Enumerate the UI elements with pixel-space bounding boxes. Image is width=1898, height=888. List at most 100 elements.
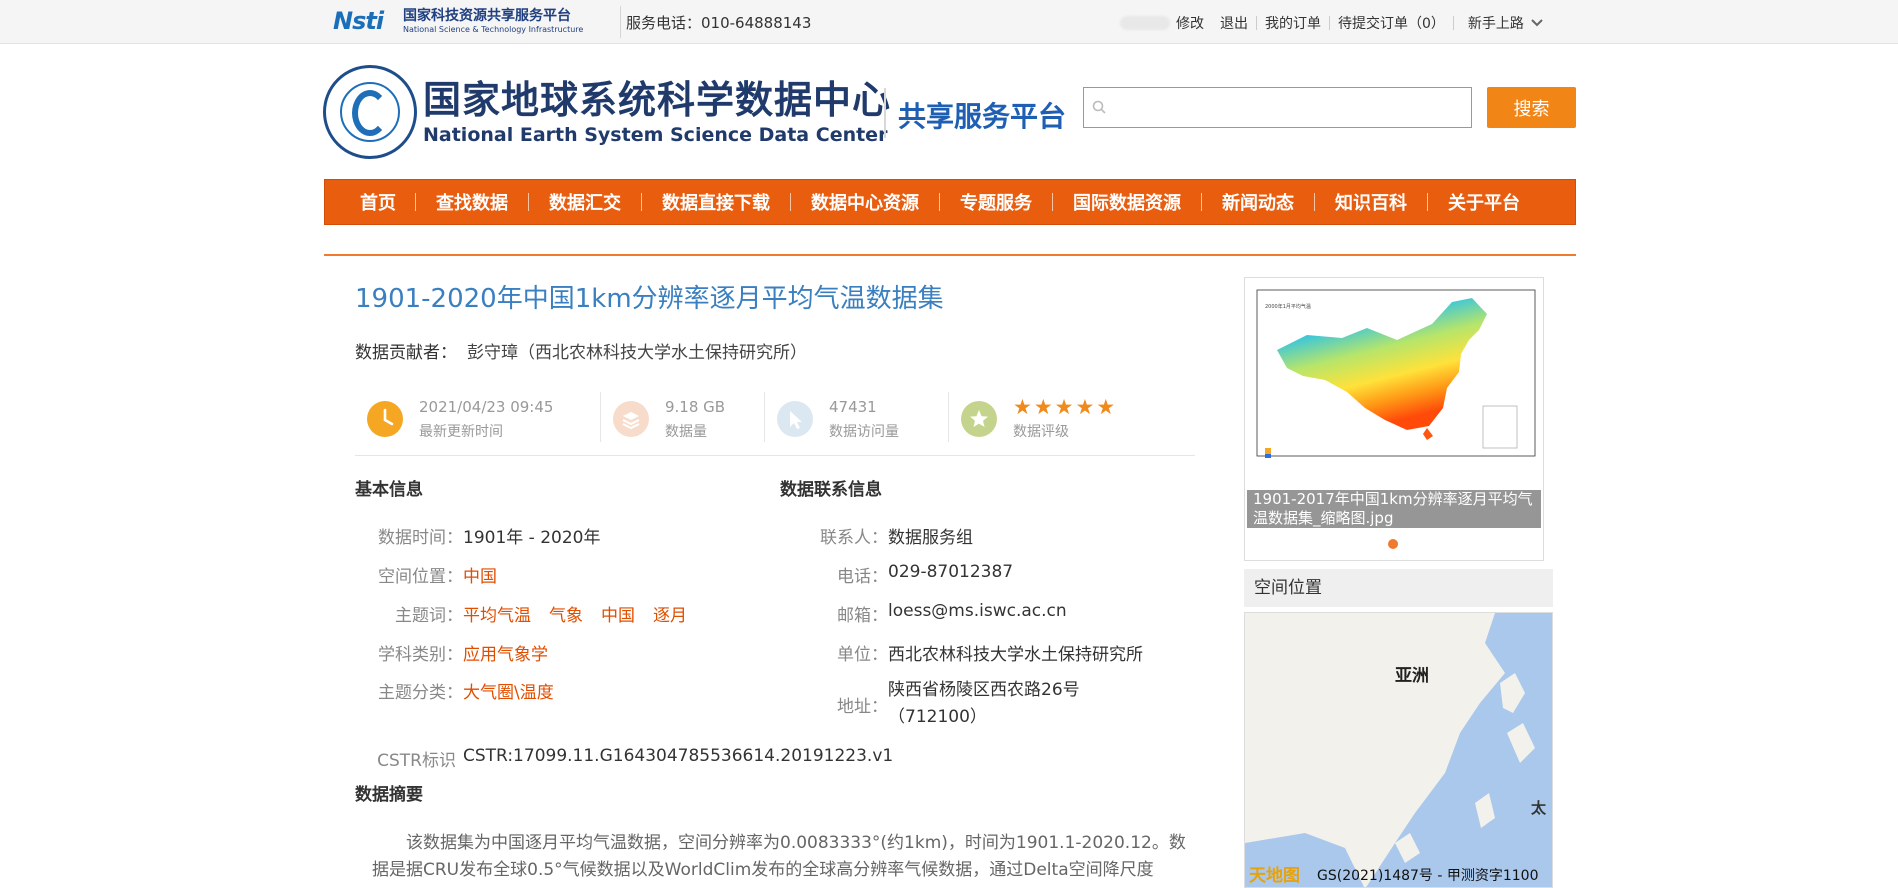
clock-icon xyxy=(367,400,403,437)
nav-topic-services[interactable]: 专题服务 xyxy=(940,189,1052,215)
nav-knowledge[interactable]: 知识百科 xyxy=(1315,189,1427,215)
stat-value: 47431 xyxy=(829,397,877,416)
thumbnail-map-title: 2000年1月平均气温 xyxy=(1265,303,1311,310)
map-background xyxy=(1245,613,1552,887)
search-icon xyxy=(1092,100,1106,114)
discipline-row: 学科类别： 应用气象学 xyxy=(355,640,548,665)
nav-data-submission[interactable]: 数据汇交 xyxy=(529,189,641,215)
seal-logo-icon xyxy=(323,65,417,159)
nav-international-resources[interactable]: 国际数据资源 xyxy=(1053,189,1201,215)
category-link[interactable]: 大气圈\温度 xyxy=(463,678,554,703)
user-links: 修改 退出 我的订单 待提交订单（0） 新手上路 xyxy=(1120,13,1552,33)
keyword-tag[interactable]: 逐月 xyxy=(653,601,687,626)
unit-label: 单位： xyxy=(837,645,888,665)
cstr-value: CSTR:17099.11.G164304785536614.20191223.… xyxy=(463,746,894,766)
keyword-tag[interactable]: 中国 xyxy=(601,601,635,626)
contact-person-label: 联系人： xyxy=(820,528,888,548)
star-icon: ★ xyxy=(1075,394,1095,419)
address-row: 地址： 陕西省杨陵区西农路26号（712100） xyxy=(780,677,1158,731)
my-orders-link[interactable]: 我的订单 xyxy=(1257,13,1329,33)
stat-update-time: 2021/04/23 09:45 最新更新时间 xyxy=(355,382,601,455)
content-top-rule xyxy=(324,254,1576,256)
carousel-dot-active[interactable] xyxy=(1388,539,1398,549)
email-row: 邮箱： loess@ms.iswc.ac.cn xyxy=(780,601,1067,626)
nsti-logo[interactable]: Nsti 国家科技资源共享服务平台 National Science & Tec… xyxy=(333,4,610,38)
map-credit: GS(2021)1487号 - 甲测资字1100 xyxy=(1317,868,1539,884)
contact-person-row: 联系人： 数据服务组 xyxy=(780,523,973,548)
contact-person-value: 数据服务组 xyxy=(888,528,973,548)
keyword-tag[interactable]: 气象 xyxy=(549,601,583,626)
nsti-logo-cn: 国家科技资源共享服务平台 xyxy=(403,7,571,24)
stat-label: 数据评级 xyxy=(1013,423,1069,440)
contact-info-heading: 数据联系信息 xyxy=(780,480,882,500)
pending-orders-link[interactable]: 待提交订单（0） xyxy=(1330,13,1453,33)
address-value: 陕西省杨陵区西农路26号（712100） xyxy=(888,680,1080,727)
search-button[interactable]: 搜索 xyxy=(1487,87,1576,128)
nav-direct-download[interactable]: 数据直接下载 xyxy=(642,189,790,215)
main-nav: 首页 查找数据 数据汇交 数据直接下载 数据中心资源 专题服务 国际数据资源 新… xyxy=(324,179,1576,225)
star-icon: ★ xyxy=(1096,394,1116,419)
spatial-location-link[interactable]: 中国 xyxy=(463,562,497,587)
keyword-tag[interactable]: 平均气温 xyxy=(463,601,531,626)
spatial-location-label: 空间位置： xyxy=(378,567,463,587)
newbie-guide-label: 新手上路 xyxy=(1467,16,1524,32)
layers-icon xyxy=(613,400,649,437)
email-label: 邮箱： xyxy=(837,606,888,626)
category-row: 主题分类： 大气圈\温度 xyxy=(355,678,554,703)
search-box xyxy=(1083,87,1472,128)
stat-label: 数据访问量 xyxy=(829,423,899,440)
data-center-name-cn: 国家地球系统科学数据中心 xyxy=(423,78,892,122)
abstract-text: 该数据集为中国逐月平均气温数据，空间分辨率为0.0083333°(约1km)，时… xyxy=(372,833,1186,880)
service-hotline: 服务电话：010-64888143 xyxy=(626,14,812,32)
data-time-row: 数据时间： 1901年 - 2020年 xyxy=(355,523,600,548)
star-icon: ★ xyxy=(1013,394,1032,419)
dataset-stats: 2021/04/23 09:45 最新更新时间 9.18 GB 数据量 4743… xyxy=(355,382,1195,456)
address-label: 地址： xyxy=(837,696,888,717)
spatial-map[interactable]: 亚洲 太 天地图 GS(2021)1487号 - 甲测资字1100 xyxy=(1244,612,1553,888)
data-time-label: 数据时间： xyxy=(378,528,463,548)
dataset-title: 1901-2020年中国1km分辨率逐月平均气温数据集 xyxy=(355,284,944,314)
topbar-divider xyxy=(620,6,621,38)
stat-label: 最新更新时间 xyxy=(419,423,503,440)
rating-stars: ★ ★ ★ ★ ★ xyxy=(1013,394,1115,420)
logout-link[interactable]: 退出 xyxy=(1212,13,1256,33)
tianditu-logo: 天地图 xyxy=(1249,866,1300,886)
thumbnail-carousel[interactable]: 2000年1月平均气温 1901-2017年中国1km分辨率逐月平均气温数据集_… xyxy=(1244,277,1544,561)
star-icon: ★ xyxy=(1054,394,1074,419)
search-input[interactable] xyxy=(1114,88,1464,127)
divider xyxy=(1452,16,1454,30)
nsti-logo-en: National Science & Technology Infrastruc… xyxy=(403,24,584,34)
data-time-value: 1901年 - 2020年 xyxy=(463,528,601,548)
data-center-logo[interactable]: 国家地球系统科学数据中心 National Earth System Scien… xyxy=(323,64,890,160)
stat-label: 数据量 xyxy=(665,423,707,440)
unit-value: 西北农林科技大学水土保持研究所 xyxy=(888,645,1143,665)
contributor-label: 数据贡献者： xyxy=(355,343,457,363)
email-value[interactable]: loess@ms.iswc.ac.cn xyxy=(888,601,1067,626)
cstr-label: CSTR标识 xyxy=(377,751,456,771)
map-label-asia: 亚洲 xyxy=(1395,666,1429,686)
nav-home[interactable]: 首页 xyxy=(325,189,415,215)
contributor-row: 数据贡献者： 彭守璋（西北农林科技大学水土保持研究所） xyxy=(355,338,807,363)
edit-profile-link[interactable]: 修改 xyxy=(1176,13,1212,33)
discipline-label: 学科类别： xyxy=(378,645,463,665)
username-blurred[interactable] xyxy=(1120,16,1170,30)
top-bar: Nsti 国家科技资源共享服务平台 National Science & Tec… xyxy=(0,0,1898,44)
discipline-link[interactable]: 应用气象学 xyxy=(463,640,548,665)
thumbnail-caption: 1901-2017年中国1km分辨率逐月平均气温数据集_缩略图.jpg xyxy=(1247,490,1541,528)
map-label-pacific: 太 xyxy=(1531,799,1547,817)
star-badge-icon xyxy=(961,400,997,437)
cstr-row: CSTR标识 CSTR:17099.11.G164304785536614.20… xyxy=(355,746,893,771)
stat-value: 2021/04/23 09:45 xyxy=(419,397,554,416)
chevron-down-icon xyxy=(1531,19,1543,27)
nav-news[interactable]: 新闻动态 xyxy=(1202,189,1314,215)
phone-label: 电话： xyxy=(837,567,888,587)
phone-row: 电话： 029-87012387 xyxy=(780,562,1013,587)
nav-find-data[interactable]: 查找数据 xyxy=(416,189,528,215)
spatial-location-row: 空间位置： 中国 xyxy=(355,562,497,587)
platform-name: 共享服务平台 xyxy=(898,100,1067,133)
nav-center-resources[interactable]: 数据中心资源 xyxy=(791,189,939,215)
nav-about[interactable]: 关于平台 xyxy=(1428,189,1540,215)
newbie-guide-dropdown[interactable]: 新手上路 xyxy=(1460,13,1552,33)
header-divider xyxy=(884,88,886,138)
unit-row: 单位： 西北农林科技大学水土保持研究所 xyxy=(780,640,1143,665)
